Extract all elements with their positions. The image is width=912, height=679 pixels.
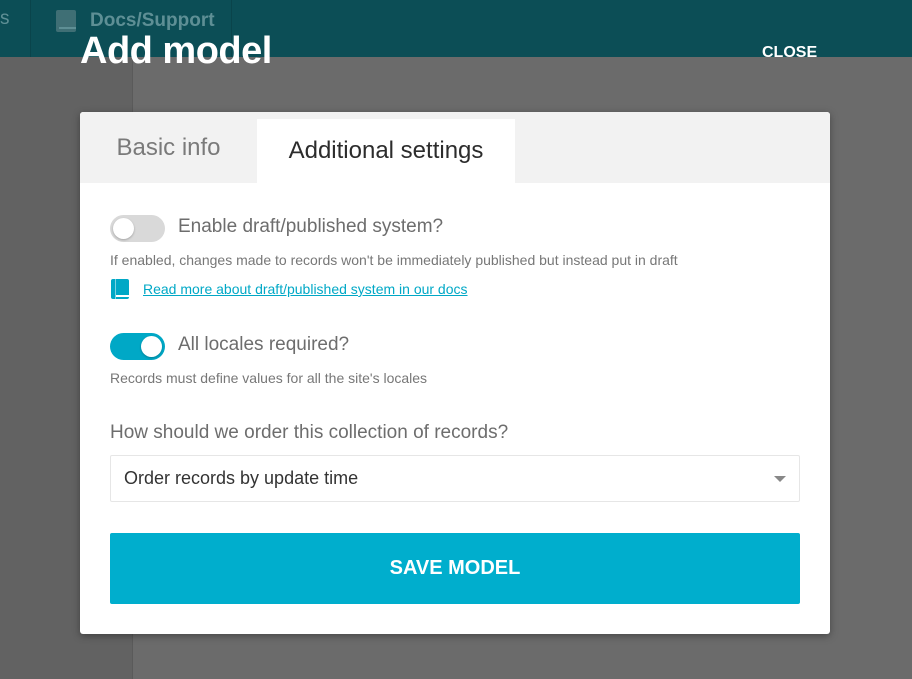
draft-published-toggle[interactable] [110, 215, 165, 242]
tab-bar: Basic info Additional settings [80, 112, 830, 183]
toggle-knob [113, 218, 134, 239]
nav-item-label: Docs/Support [90, 10, 215, 31]
tab-additional-settings[interactable]: Additional settings [257, 119, 515, 183]
book-icon [111, 279, 129, 299]
toggle-knob [141, 336, 162, 357]
ordering-select-value: Order records by update time [124, 468, 359, 488]
modal-card: Basic info Additional settings Enable dr… [80, 112, 830, 634]
ordering-select[interactable]: Order records by update time [110, 455, 800, 502]
chevron-down-icon [774, 476, 786, 482]
draft-published-hint: If enabled, changes made to records won'… [110, 252, 678, 268]
tab-basic-info[interactable]: Basic info [80, 112, 257, 183]
close-button[interactable]: CLOSE [762, 44, 817, 62]
save-model-button[interactable]: SAVE MODEL [110, 533, 800, 604]
all-locales-label: All locales required? [178, 334, 350, 355]
draft-published-label: Enable draft/published system? [178, 216, 444, 237]
modal-title: Add model [80, 30, 272, 72]
all-locales-toggle[interactable] [110, 333, 165, 360]
draft-docs-link[interactable]: Read more about draft/published system i… [111, 279, 468, 299]
book-icon [56, 10, 76, 32]
all-locales-hint: Records must define values for all the s… [110, 370, 428, 386]
nav-divider [30, 0, 31, 57]
draft-docs-link-text: Read more about draft/published system i… [143, 281, 468, 297]
nav-item-fragment[interactable]: s [0, 8, 10, 38]
ordering-label: How should we order this collection of r… [110, 422, 509, 443]
